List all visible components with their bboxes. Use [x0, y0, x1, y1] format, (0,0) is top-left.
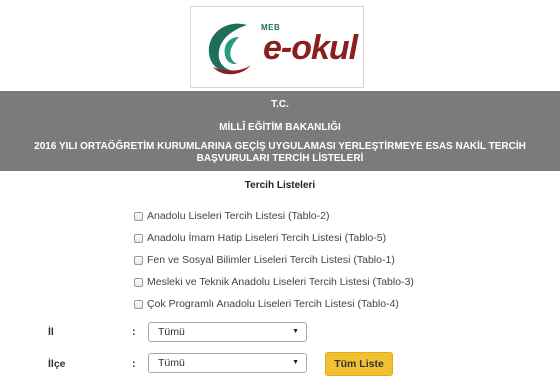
list-item-anadolu[interactable]: Anadolu Liseleri Tercih Listesi (Tablo-2…	[134, 205, 414, 227]
list-item-imam-hatip[interactable]: Anadolu İmam Hatip Liseleri Tercih Liste…	[134, 227, 414, 249]
il-select[interactable]: Tümü ▼	[148, 322, 307, 342]
list-item-label: Mesleki ve Teknik Anadolu Liseleri Terci…	[147, 276, 414, 288]
logo-eokul-text: e-okul	[263, 29, 358, 67]
eokul-swirl-icon	[208, 23, 251, 75]
il-select-value: Tümü	[158, 326, 185, 338]
list-item-fen-sosyal[interactable]: Fen ve Sosyal Bilimler Liseleri Tercih L…	[134, 249, 414, 271]
preference-list: Anadolu Liseleri Tercih Listesi (Tablo-2…	[134, 205, 414, 315]
page-header: T.C. MİLLÎ EĞİTİM BAKANLIĞI 2016 YILI OR…	[0, 91, 560, 171]
list-item-label: Fen ve Sosyal Bilimler Liseleri Tercih L…	[147, 254, 395, 266]
eokul-logo: MEB e-okul	[190, 6, 364, 88]
checkbox-icon[interactable]	[134, 211, 143, 221]
checkbox-icon[interactable]	[134, 277, 143, 287]
list-item-mesleki-teknik[interactable]: Mesleki ve Teknik Anadolu Liseleri Terci…	[134, 271, 414, 293]
il-label: İl	[48, 326, 54, 338]
page-title: 2016 YILI ORTAÖĞRETİM KURUMLARINA GEÇİŞ …	[0, 141, 560, 165]
checkbox-icon[interactable]	[134, 255, 143, 265]
header-tc: T.C.	[271, 99, 289, 110]
list-item-cok-programli[interactable]: Çok Programlı Anadolu Liseleri Tercih Li…	[134, 293, 414, 315]
all-list-button[interactable]: Tüm Liste	[325, 352, 393, 376]
checkbox-icon[interactable]	[134, 233, 143, 243]
ilce-select-value: Tümü	[158, 357, 185, 369]
chevron-down-icon: ▼	[292, 328, 299, 335]
il-colon: :	[132, 326, 136, 338]
page-title-line2: BAŞVURULARI TERCİH LİSTELERİ	[196, 153, 364, 164]
list-item-label: Anadolu Liseleri Tercih Listesi (Tablo-2…	[147, 210, 330, 222]
checkbox-icon[interactable]	[134, 299, 143, 309]
list-item-label: Çok Programlı Anadolu Liseleri Tercih Li…	[147, 298, 399, 310]
ilce-select[interactable]: Tümü ▼	[148, 353, 307, 373]
ilce-colon: :	[132, 358, 136, 370]
header-ministry: MİLLÎ EĞİTİM BAKANLIĞI	[219, 122, 341, 133]
chevron-down-icon: ▼	[292, 359, 299, 366]
ilce-label: İlçe	[48, 358, 66, 370]
list-item-label: Anadolu İmam Hatip Liseleri Tercih Liste…	[147, 232, 387, 244]
section-title: Tercih Listeleri	[244, 180, 316, 191]
page-title-line1: 2016 YILI ORTAÖĞRETİM KURUMLARINA GEÇİŞ …	[34, 141, 526, 152]
